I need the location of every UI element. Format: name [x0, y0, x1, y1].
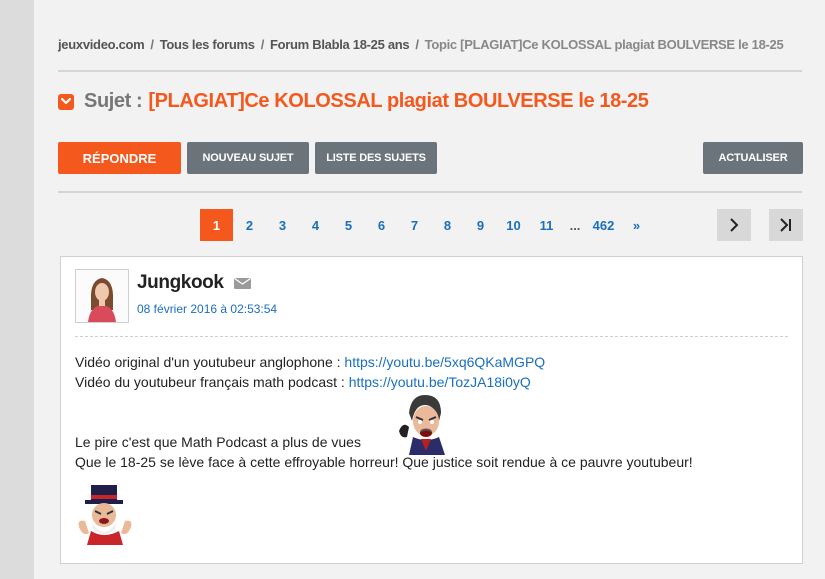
page-link-current[interactable]: 1 — [200, 209, 233, 241]
post-text: Vidéo du youtubeur français math podcast… — [75, 374, 349, 390]
chevron-down-icon[interactable] — [58, 93, 74, 110]
page-link[interactable]: 9 — [464, 209, 497, 241]
pagination-ellipsis: ... — [569, 217, 581, 233]
page-link[interactable]: 6 — [365, 209, 398, 241]
divider — [58, 70, 802, 72]
page-link[interactable]: 7 — [398, 209, 431, 241]
refresh-button[interactable]: ACTUALISER — [703, 142, 803, 174]
page-link[interactable]: 11 — [530, 209, 563, 241]
subject-label: Sujet : — [84, 90, 143, 112]
mail-icon[interactable] — [234, 276, 251, 294]
breadcrumb-current-topic: Topic [PLAGIAT]Ce KOLOSSAL plagiat BOULV… — [424, 37, 784, 52]
avatar[interactable] — [75, 269, 129, 323]
breadcrumb-home-link[interactable]: jeuxvideo.com — [58, 37, 145, 52]
video-link[interactable]: https://youtu.be/TozJA18i0yQ — [349, 374, 531, 390]
breadcrumb-separator: / — [415, 37, 419, 52]
breadcrumb-separator: / — [260, 37, 265, 52]
post-text: Que le 18-25 se lève face à cette effroy… — [75, 454, 693, 470]
topic-title-row: Sujet : [PLAGIAT]Ce KOLOSSAL plagiat BOU… — [58, 90, 649, 113]
post-text: Le pire c'est que Math Podcast a plus de… — [75, 434, 361, 450]
breadcrumb-forum-link[interactable]: Forum Blabla 18-25 ans — [270, 37, 410, 52]
divider — [75, 336, 788, 337]
chevron-right-icon — [730, 218, 739, 232]
last-page-button[interactable] — [769, 209, 803, 241]
forum-page: jeuxvideo.com / Tous les forums / Forum Blab… — [34, 0, 825, 579]
breadcrumb: jeuxvideo.com / Tous les forums / Forum Blab… — [58, 37, 784, 52]
page-title: [PLAGIAT]Ce KOLOSSAL plagiat BOULVERSE l… — [148, 90, 649, 112]
post-content: Vidéo original d'un youtubeur anglophone… — [75, 352, 693, 472]
pagination: 1 2 3 4 5 6 7 8 9 10 11 ... 462 » — [200, 209, 653, 241]
forum-post: Jungkook 08 février 2016 à 02:53:54 Vidé… — [60, 256, 803, 564]
next-page-button[interactable] — [717, 209, 751, 241]
divider — [58, 191, 802, 193]
angry-man-sticker — [399, 391, 449, 460]
page-link[interactable]: 10 — [497, 209, 530, 241]
reply-button[interactable]: RÉPONDRE — [58, 142, 181, 174]
breadcrumb-all-forums-link[interactable]: Tous les forums — [160, 37, 255, 52]
new-topic-button[interactable]: NOUVEAU SUJET — [187, 142, 309, 174]
page-link[interactable]: 4 — [299, 209, 332, 241]
page-link-more[interactable]: » — [620, 209, 653, 241]
last-page-icon — [780, 218, 791, 232]
breadcrumb-separator: / — [150, 37, 154, 52]
post-text: Vidéo original d'un youtubeur anglophone… — [75, 354, 345, 370]
topic-list-button[interactable]: LISTE DES SUJETS — [315, 142, 437, 174]
page-link[interactable]: 5 — [332, 209, 365, 241]
page-link[interactable]: 8 — [431, 209, 464, 241]
post-date[interactable]: 08 février 2016 à 02:53:54 — [137, 302, 277, 316]
page-link-last[interactable]: 462 — [587, 209, 620, 241]
video-link[interactable]: https://youtu.be/5xq6QKaMGPQ — [344, 354, 545, 370]
post-author[interactable]: Jungkook — [137, 272, 224, 294]
page-link[interactable]: 3 — [266, 209, 299, 241]
page-link[interactable]: 2 — [233, 209, 266, 241]
uncle-sam-sticker — [75, 483, 135, 550]
